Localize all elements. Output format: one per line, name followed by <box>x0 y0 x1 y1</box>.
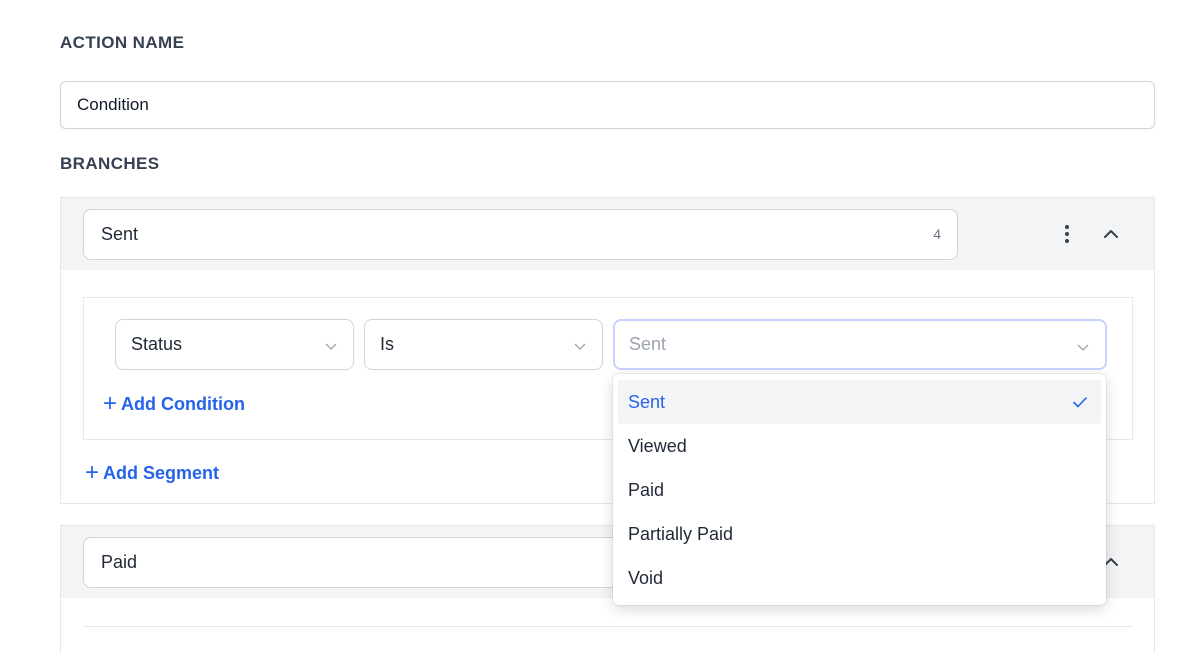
add-segment-label: Add Segment <box>103 462 220 483</box>
value-dropdown-menu: Sent Viewed Paid Partially Paid Void <box>613 374 1106 605</box>
segment-top-edge <box>83 626 1133 628</box>
plus-icon: + <box>103 390 118 417</box>
branches-label: BRANCHES <box>60 154 160 173</box>
option-label: Paid <box>628 479 665 500</box>
option-label: Sent <box>628 391 666 412</box>
operator-select[interactable]: Is <box>364 319 603 370</box>
option-label: Void <box>628 567 664 588</box>
chevron-up-icon[interactable] <box>1098 221 1124 247</box>
dropdown-option-void[interactable]: Void <box>618 556 1101 600</box>
dropdown-option-paid[interactable]: Paid <box>618 468 1101 512</box>
chevron-down-icon <box>1077 344 1089 351</box>
branch-name-text: Paid <box>101 552 138 572</box>
branch-name-input[interactable]: Sent 4 <box>83 209 958 260</box>
dropdown-option-viewed[interactable]: Viewed <box>618 424 1101 468</box>
add-condition-button[interactable]: + Add Condition <box>103 392 245 416</box>
chevron-down-icon <box>574 343 586 350</box>
value-select-placeholder: Sent <box>629 334 667 354</box>
dropdown-option-sent[interactable]: Sent <box>618 380 1101 424</box>
chevron-down-icon <box>325 343 337 350</box>
branch-header: Sent 4 <box>61 198 1154 270</box>
action-name-input[interactable]: Condition <box>60 81 1155 129</box>
operator-select-value: Is <box>380 334 395 354</box>
field-select[interactable]: Status <box>115 319 354 370</box>
dropdown-option-partially-paid[interactable]: Partially Paid <box>618 512 1101 556</box>
add-segment-button[interactable]: + Add Segment <box>85 461 219 485</box>
option-label: Viewed <box>628 435 687 456</box>
option-label: Partially Paid <box>628 523 734 544</box>
action-name-label: ACTION NAME <box>60 33 185 52</box>
check-icon <box>1073 397 1087 408</box>
char-count: 4 <box>933 226 941 242</box>
more-options-icon[interactable] <box>1057 221 1077 247</box>
branch-name-text: Sent <box>101 224 139 244</box>
field-select-value: Status <box>131 334 183 354</box>
value-select[interactable]: Sent <box>613 319 1107 370</box>
add-condition-label: Add Condition <box>121 393 245 414</box>
plus-icon: + <box>85 459 100 486</box>
